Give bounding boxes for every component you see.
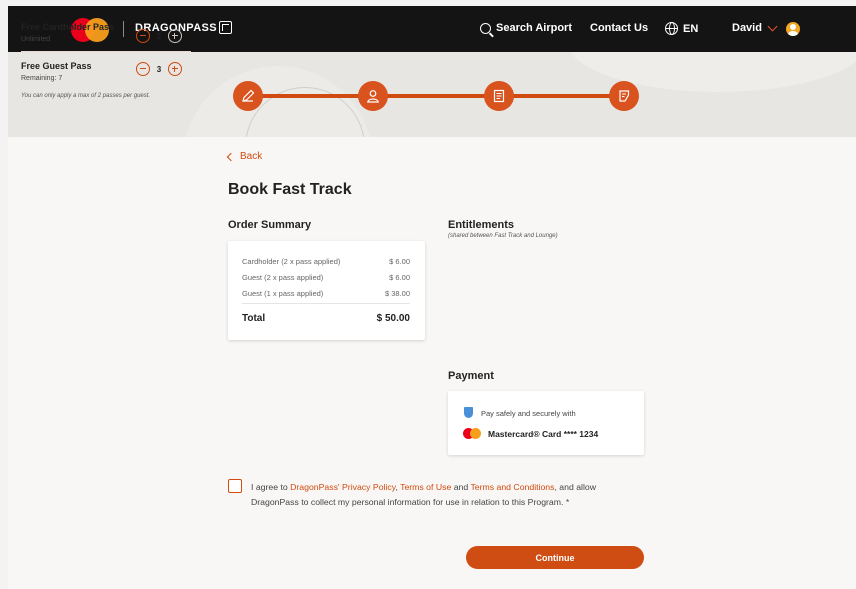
order-row-amount: $ 6.00 (389, 273, 410, 282)
logo-divider (123, 21, 124, 37)
shield-icon (464, 407, 473, 418)
contact-us-label: Contact Us (590, 22, 649, 34)
pencil-icon (242, 89, 255, 102)
agreement-text: I agree to DragonPass' Privacy Policy, T… (251, 480, 636, 509)
step-3 (484, 81, 514, 111)
stepper-line (248, 94, 628, 98)
order-row-amount: $ 38.00 (384, 289, 410, 298)
payment-title: Payment (448, 370, 494, 382)
chevron-down-icon (767, 21, 778, 31)
agreement-prefix: I agree to (251, 482, 291, 492)
entitlement-name: Free Guest Pass (21, 61, 92, 71)
search-airport-link[interactable]: Search Airport (480, 22, 572, 34)
order-row-label: Cardholder (2 x pass applied) (242, 257, 341, 266)
step-2 (358, 81, 388, 111)
increment-button[interactable] (168, 62, 182, 76)
pass-count: 2 (156, 31, 162, 41)
user-name: David (732, 22, 762, 34)
entitlements-title: Entitlements (448, 219, 515, 231)
terms-and-conditions-link[interactable]: Terms and Conditions (470, 482, 554, 492)
order-row: Cardholder (2 x pass applied) $ 6.00 (242, 257, 410, 266)
document-icon (493, 89, 505, 103)
order-row: Guest (2 x pass applied) $ 6.00 (242, 273, 410, 282)
language-label: EN (683, 22, 699, 35)
step-4 (609, 81, 639, 111)
pay-safely-text: Pay safely and securely with (481, 409, 576, 418)
search-airport-label: Search Airport (496, 22, 573, 34)
step-1 (233, 81, 263, 111)
order-row-label: Guest (2 x pass applied) (242, 273, 324, 282)
continue-button[interactable]: Continue (466, 546, 644, 569)
user-icon (367, 90, 379, 103)
agreement-separator: and (451, 482, 471, 492)
decrement-button[interactable] (136, 62, 150, 76)
entitlement-value: Unlimited (21, 36, 51, 43)
search-icon (480, 22, 491, 34)
decrement-button[interactable] (136, 29, 150, 43)
entitlement-divider (21, 51, 191, 52)
user-menu[interactable]: David (732, 21, 778, 34)
order-total-row: Total $ 50.00 (242, 313, 410, 324)
order-row-label: Guest (1 x pass applied) (242, 289, 324, 298)
increment-button[interactable] (168, 29, 182, 43)
entitlement-value: Remaining: 7 (21, 75, 63, 82)
payment-card-label: Mastercard® Card **** 1234 (488, 429, 599, 439)
order-summary-card: Cardholder (2 x pass applied) $ 6.00 Gue… (228, 241, 425, 340)
privacy-policy-link[interactable]: DragonPass' Privacy Policy (290, 482, 395, 492)
order-row: Guest (1 x pass applied) $ 38.00 (242, 289, 410, 298)
payment-card: Pay safely and securely with Mastercard®… (448, 391, 644, 455)
total-label: Total (242, 313, 266, 324)
order-row-amount: $ 6.00 (389, 257, 410, 266)
back-button[interactable]: Back (226, 151, 263, 162)
ticket-icon (619, 90, 630, 102)
entitlement-name: Free Cardholder Pass (21, 22, 115, 32)
entitlements-subtitle: (shared between Fast Track and Lounge) (448, 233, 558, 239)
contact-us-link[interactable]: Contact Us (590, 22, 648, 34)
avatar-icon[interactable] (786, 22, 800, 36)
back-label: Back (240, 151, 263, 162)
mastercard-icon (463, 428, 481, 439)
guest-pass-stepper: 3 (136, 62, 182, 76)
chevron-left-icon (226, 152, 236, 161)
agree-checkbox[interactable] (228, 479, 242, 493)
terms-of-use-link[interactable]: Terms of Use (400, 482, 451, 492)
total-amount: $ 50.00 (376, 313, 410, 324)
order-summary-title: Order Summary (228, 219, 312, 231)
language-selector[interactable]: EN (665, 22, 698, 35)
dragonpass-mark-icon (219, 21, 233, 34)
entitlement-note: You can only apply a max of 2 passes per… (21, 93, 151, 99)
pass-count: 3 (156, 64, 162, 74)
page-frame: DRAGONPASS Search Airport Contact Us EN … (8, 6, 856, 589)
cardholder-pass-stepper: 2 (136, 29, 182, 43)
page-title: Book Fast Track (228, 181, 352, 198)
order-divider (242, 303, 410, 304)
globe-icon (665, 22, 678, 35)
